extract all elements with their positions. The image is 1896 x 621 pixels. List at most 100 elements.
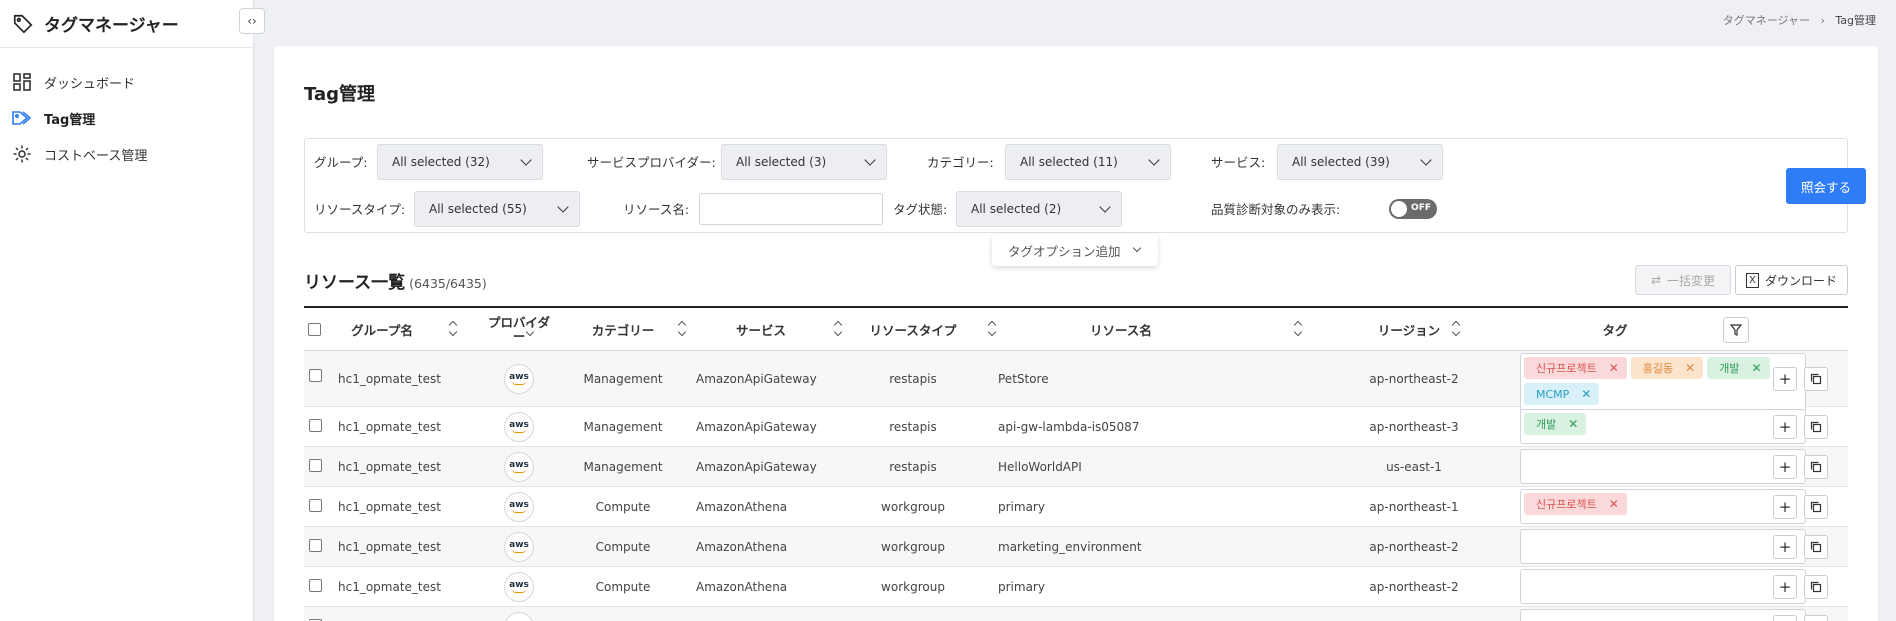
row-checkbox[interactable] bbox=[308, 579, 322, 592]
tag-input-box[interactable] bbox=[1520, 609, 1806, 621]
tag-input-box[interactable]: 신규프로젝트 ✕ bbox=[1520, 489, 1806, 524]
code-toggle-icon: ‹› bbox=[247, 14, 257, 28]
table-row: hc1_opmate_test aws Management AmazonApiGat… bbox=[304, 351, 1848, 412]
sidebar-item-cost[interactable]: コストベース管理 bbox=[0, 136, 253, 172]
tag-filter-button[interactable] bbox=[1723, 317, 1749, 343]
add-tag-button[interactable]: + bbox=[1773, 455, 1797, 479]
add-tag-button[interactable]: + bbox=[1773, 575, 1797, 599]
tag-option-add-button[interactable]: タグオプション追加 bbox=[992, 234, 1158, 266]
tag-chip: 개발 ✕ bbox=[1707, 357, 1770, 379]
sort-icon[interactable] bbox=[1294, 322, 1302, 336]
row-checkbox[interactable] bbox=[308, 539, 322, 552]
tag-chip: 신규프로젝트 ✕ bbox=[1524, 357, 1627, 379]
provider-select[interactable]: All selected (3) bbox=[721, 144, 887, 180]
quality-filter-label: 品質診断対象のみ表示: bbox=[1211, 202, 1341, 217]
copy-icon[interactable] bbox=[1804, 575, 1828, 599]
cell-group: hc1_opmate_test bbox=[338, 459, 441, 474]
rtype-select-value: All selected (55) bbox=[429, 202, 527, 216]
row-checkbox[interactable] bbox=[308, 459, 322, 472]
copy-icon[interactable] bbox=[1804, 535, 1828, 559]
table-row: hc1_opmate_test aws Management AmazonApiGat… bbox=[304, 407, 1848, 447]
toggle-knob bbox=[1391, 201, 1407, 217]
add-tag-button[interactable]: + bbox=[1773, 615, 1797, 621]
tag-icon bbox=[12, 108, 32, 128]
sort-icon[interactable] bbox=[526, 322, 534, 336]
tag-chip: 개발 ✕ bbox=[1524, 413, 1587, 435]
cell-rtype: workgroup bbox=[881, 539, 945, 554]
rtype-select[interactable]: All selected (55) bbox=[414, 191, 580, 227]
cell-group: hc1_opmate_test bbox=[338, 371, 441, 386]
add-tag-button[interactable]: + bbox=[1773, 495, 1797, 519]
service-select[interactable]: All selected (39) bbox=[1277, 144, 1443, 180]
quality-toggle[interactable]: OFF bbox=[1389, 199, 1437, 219]
copy-icon[interactable] bbox=[1804, 615, 1828, 621]
close-icon[interactable]: ✕ bbox=[1609, 497, 1619, 511]
row-checkbox[interactable] bbox=[308, 499, 322, 512]
query-button[interactable]: 照会する bbox=[1786, 168, 1866, 204]
tag-input-box[interactable] bbox=[1520, 569, 1806, 604]
category-select[interactable]: All selected (11) bbox=[1005, 144, 1171, 180]
sidebar-nav: ダッシュボード Tag管理 コストベース管理 bbox=[0, 64, 253, 172]
brand[interactable]: タグマネージャー bbox=[0, 0, 253, 48]
service-filter-label: サービス: bbox=[1211, 155, 1266, 170]
sidebar-item-dashboard[interactable]: ダッシュボード bbox=[0, 64, 253, 100]
row-select-cell bbox=[307, 447, 323, 486]
list-title: リソース一覧 (6435/6435) bbox=[304, 268, 487, 293]
cell-rtype bbox=[846, 607, 980, 621]
group-select[interactable]: All selected (32) bbox=[377, 144, 543, 180]
tagstate-select[interactable]: All selected (2) bbox=[956, 191, 1122, 227]
tag-input-box[interactable]: 개발 ✕ bbox=[1520, 409, 1806, 444]
download-button[interactable]: X ダウンロード bbox=[1735, 265, 1848, 295]
sidebar-item-tag[interactable]: Tag管理 bbox=[0, 100, 253, 136]
bulk-change-label: 一括変更 bbox=[1667, 273, 1716, 288]
sort-icon[interactable] bbox=[1452, 322, 1460, 336]
select-all-checkbox[interactable] bbox=[307, 323, 321, 336]
row-checkbox[interactable] bbox=[308, 419, 322, 432]
toggle-label: OFF bbox=[1411, 203, 1431, 213]
aws-logo-icon: aws bbox=[504, 363, 534, 394]
tag-chip-label: 개발 bbox=[1536, 418, 1557, 431]
sort-icon[interactable] bbox=[678, 322, 686, 336]
cell-rname: marketing_environment bbox=[998, 539, 1142, 554]
close-icon[interactable]: ✕ bbox=[1685, 361, 1695, 375]
cell-category bbox=[554, 607, 692, 621]
sort-icon[interactable] bbox=[988, 322, 996, 336]
close-icon[interactable]: ✕ bbox=[1581, 387, 1591, 401]
row-checkbox[interactable] bbox=[308, 369, 322, 382]
copy-icon[interactable] bbox=[1804, 367, 1828, 391]
copy-icon[interactable] bbox=[1804, 495, 1828, 519]
tag-input-box[interactable] bbox=[1520, 529, 1806, 564]
sidebar-collapse-button[interactable]: ‹› bbox=[239, 8, 265, 34]
copy-icon[interactable] bbox=[1804, 415, 1828, 439]
group-filter-label: グループ: bbox=[314, 155, 368, 170]
add-tag-button[interactable]: + bbox=[1773, 367, 1797, 391]
col-category[interactable]: カテゴリー bbox=[554, 308, 692, 351]
cell-region: ap-northeast-2 bbox=[1369, 539, 1459, 554]
sidebar-item-label: Tag管理 bbox=[44, 112, 96, 128]
tag-input-box[interactable] bbox=[1520, 449, 1806, 484]
add-tag-button[interactable]: + bbox=[1773, 535, 1797, 559]
bulk-change-button[interactable]: ⇄ 一括変更 bbox=[1635, 265, 1731, 295]
close-icon[interactable]: ✕ bbox=[1568, 417, 1578, 431]
breadcrumb-root[interactable]: タグマネージャー bbox=[1723, 14, 1810, 27]
col-rname[interactable]: リソース名 bbox=[998, 308, 1244, 351]
rname-input[interactable] bbox=[699, 193, 883, 225]
chevron-down-icon bbox=[557, 201, 569, 213]
col-service[interactable]: サービス bbox=[692, 308, 830, 351]
cell-group bbox=[338, 607, 448, 621]
tag-chip-label: 개발 bbox=[1719, 362, 1740, 375]
copy-icon[interactable] bbox=[1804, 455, 1828, 479]
add-tag-button[interactable]: + bbox=[1773, 415, 1797, 439]
tag-input-box[interactable]: 신규프로젝트 ✕ 홍길동 ✕ 개발 ✕ MCMP ✕ bbox=[1520, 353, 1806, 412]
sort-icon[interactable] bbox=[834, 322, 842, 336]
col-rtype[interactable]: リソースタイプ bbox=[846, 308, 980, 351]
aws-smile-icon bbox=[512, 429, 526, 433]
download-label: ダウンロード bbox=[1764, 273, 1837, 288]
row-select-cell bbox=[307, 351, 323, 406]
breadcrumb-current: Tag管理 bbox=[1835, 14, 1876, 27]
col-group[interactable]: グループ名 bbox=[330, 308, 434, 351]
close-icon[interactable]: ✕ bbox=[1609, 361, 1619, 375]
col-region[interactable]: リージョン bbox=[1354, 308, 1464, 351]
aws-smile-icon bbox=[512, 509, 526, 513]
close-icon[interactable]: ✕ bbox=[1751, 361, 1761, 375]
